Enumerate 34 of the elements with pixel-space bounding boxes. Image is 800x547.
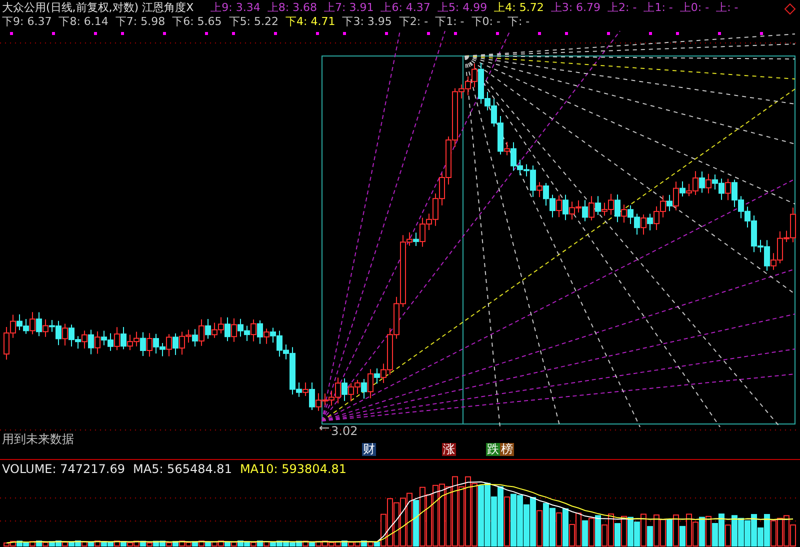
gann-level-reading: 下9: 6.37: [2, 15, 52, 29]
gann-level-reading: 上: -: [716, 1, 738, 15]
gann-level-reading: 下8: 6.14: [58, 15, 108, 29]
gann-level-reading: 下4: 4.71: [286, 15, 336, 29]
gann-level-reading: 下2: -: [398, 15, 428, 29]
volume-reading: MA10: 593804.81: [240, 462, 347, 476]
info-tag[interactable]: 涨: [442, 443, 456, 456]
low-price-label: 3.02: [331, 425, 358, 438]
diamond-icon[interactable]: [784, 3, 796, 15]
info-tag[interactable]: 财: [362, 443, 376, 456]
gann-level-reading: 下0: -: [471, 15, 500, 29]
chart-title: 大众公用(日线,前复权,对数) 江恩角度X: [2, 1, 194, 15]
gann-level-reading: 上9: 3.34: [210, 1, 260, 15]
gann-level-reading: 上7: 3.91: [324, 1, 374, 15]
gann-level-reading: 下3: 3.95: [342, 15, 392, 29]
gann-level-reading: 上1: -: [644, 1, 673, 15]
gann-level-reading: 下5: 5.22: [228, 15, 279, 29]
gann-level-reading: 上4: 5.72: [494, 1, 544, 15]
gann-level-reading: 下1: -: [435, 15, 464, 29]
future-data-note: 用到未来数据: [2, 433, 74, 446]
gann-level-reading: 上8: 3.68: [267, 1, 318, 15]
volume-reading: MA5: 565484.81: [133, 462, 232, 476]
left-arrow-icon: [319, 425, 329, 431]
gann-level-reading: 上6: 4.37: [380, 1, 430, 15]
gann-level-reading: 上0: -: [680, 1, 710, 15]
volume-reading: VOLUME: 747217.69: [2, 462, 125, 476]
info-tag[interactable]: 榜: [500, 443, 514, 456]
gann-level-reading: 上2: -: [608, 1, 637, 15]
gann-level-reading: 下: -: [507, 15, 530, 29]
gann-level-reading: 下7: 5.98: [115, 15, 166, 29]
info-tag[interactable]: 跌: [486, 443, 500, 456]
gann-level-reading: 下6: 5.65: [172, 15, 222, 29]
gann-level-reading: 上3: 6.79: [550, 1, 601, 15]
gann-level-reading: 上5: 4.99: [437, 1, 488, 15]
